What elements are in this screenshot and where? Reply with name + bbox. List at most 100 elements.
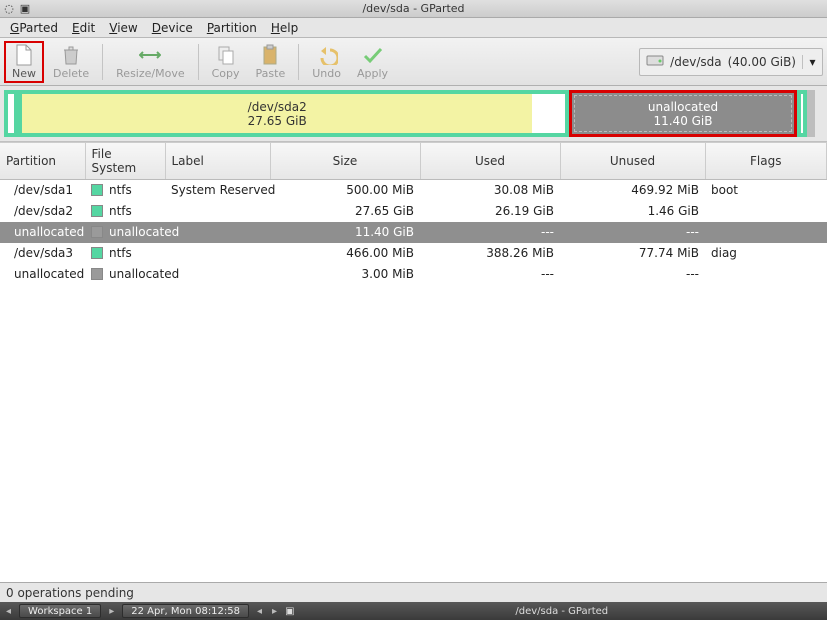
cell-filesystem: unallocated (85, 264, 165, 285)
partmap-unalloc-size: 11.40 GiB (653, 114, 712, 128)
menu-gparted[interactable]: GParted (4, 19, 64, 37)
cell-flags (705, 264, 827, 285)
cell-used: 30.08 MiB (420, 180, 560, 201)
fs-swatch-icon (91, 205, 103, 217)
taskbar-clock[interactable]: 22 Apr, Mon 08:12:58 (122, 604, 249, 618)
menu-view[interactable]: View (103, 19, 143, 37)
taskbar-right-icon[interactable]: ▸ (107, 606, 116, 617)
table-row[interactable]: /dev/sda2ntfs27.65 GiB26.19 GiB1.46 GiB (0, 201, 827, 222)
paste-icon (259, 44, 281, 66)
col-unused[interactable]: Unused (560, 143, 705, 180)
cell-size: 3.00 MiB (270, 264, 420, 285)
window-titlebar: ◌ ▣ /dev/sda - GParted (0, 0, 827, 18)
apply-icon (362, 44, 384, 66)
window-app-icon: ▣ (18, 1, 32, 15)
device-name: /dev/sda (670, 55, 721, 69)
copy-label: Copy (212, 67, 240, 80)
col-used[interactable]: Used (420, 143, 560, 180)
apply-label: Apply (357, 67, 388, 80)
delete-label: Delete (53, 67, 89, 80)
menu-partition[interactable]: Partition (201, 19, 263, 37)
taskbar-clock-right-icon[interactable]: ▸ (270, 606, 279, 617)
cell-unused: 469.92 MiB (560, 180, 705, 201)
cell-filesystem: unallocated (85, 222, 165, 243)
trash-icon (60, 44, 82, 66)
cell-filesystem: ntfs (85, 201, 165, 222)
partmap-sda2-name: /dev/sda2 (248, 100, 307, 114)
toolbar-sep-3 (298, 44, 299, 80)
status-text: 0 operations pending (6, 586, 134, 600)
cell-used: 388.26 MiB (420, 243, 560, 264)
disk-icon (646, 52, 664, 71)
menu-help[interactable]: Help (265, 19, 304, 37)
partmap-sda3[interactable] (797, 90, 807, 137)
cell-filesystem: ntfs (85, 243, 165, 264)
cell-label (165, 201, 270, 222)
cell-partition: /dev/sda1 (0, 180, 85, 201)
chevron-down-icon: ▾ (802, 55, 816, 69)
cell-label (165, 243, 270, 264)
copy-icon (215, 44, 237, 66)
partmap-unalloc-name: unallocated (648, 100, 718, 114)
partmap-unallocated[interactable]: unallocated 11.40 GiB (569, 90, 797, 137)
window-title: /dev/sda - GParted (362, 2, 464, 15)
fs-swatch-icon (91, 226, 103, 238)
resize-icon (139, 44, 161, 66)
cell-label: System Reserved (165, 180, 270, 201)
table-row[interactable]: unallocatedunallocated11.40 GiB------ (0, 222, 827, 243)
cell-flags (705, 201, 827, 222)
copy-button[interactable]: Copy (205, 41, 247, 83)
cell-flags: boot (705, 180, 827, 201)
undo-button[interactable]: Undo (305, 41, 348, 83)
partmap-sda1[interactable] (4, 90, 18, 137)
col-label[interactable]: Label (165, 143, 270, 180)
device-size: (40.00 GiB) (728, 55, 796, 69)
resize-move-button[interactable]: Resize/Move (109, 41, 191, 83)
toolbar-sep-1 (102, 44, 103, 80)
menubar: GParted Edit View Device Partition Help (0, 18, 827, 38)
toolbar: New Delete Resize/Move Copy Paste Undo (0, 38, 827, 86)
table-row[interactable]: /dev/sda3ntfs466.00 MiB388.26 MiB77.74 M… (0, 243, 827, 264)
col-partition[interactable]: Partition (0, 143, 85, 180)
cell-unused: --- (560, 222, 705, 243)
cell-unused: --- (560, 264, 705, 285)
cell-unused: 77.74 MiB (560, 243, 705, 264)
fs-swatch-icon (91, 184, 103, 196)
cell-used: --- (420, 222, 560, 243)
col-flags[interactable]: Flags (705, 143, 827, 180)
taskbar-window-title[interactable]: /dev/sda - GParted (301, 606, 823, 617)
window-menu-icon[interactable]: ◌ (2, 1, 16, 15)
cell-flags: diag (705, 243, 827, 264)
table-row[interactable]: unallocatedunallocated3.00 MiB------ (0, 264, 827, 285)
apply-button[interactable]: Apply (350, 41, 395, 83)
fs-swatch-icon (91, 268, 103, 280)
taskbar-left-icon[interactable]: ◂ (4, 606, 13, 617)
paste-label: Paste (256, 67, 286, 80)
partmap-unallocated-tail[interactable] (807, 90, 815, 137)
partmap-sda2[interactable]: /dev/sda2 27.65 GiB (18, 90, 569, 137)
cell-unused: 1.46 GiB (560, 201, 705, 222)
new-label: New (12, 67, 36, 80)
delete-button[interactable]: Delete (46, 41, 96, 83)
cell-partition: unallocated (0, 264, 85, 285)
menu-device[interactable]: Device (146, 19, 199, 37)
table-row[interactable]: /dev/sda1ntfsSystem Reserved500.00 MiB30… (0, 180, 827, 201)
partition-table: Partition File System Label Size Used Un… (0, 142, 827, 582)
partmap-sda2-size: 27.65 GiB (248, 114, 307, 128)
status-bar: 0 operations pending (0, 582, 827, 602)
paste-button[interactable]: Paste (249, 41, 293, 83)
col-filesystem[interactable]: File System (85, 143, 165, 180)
col-size[interactable]: Size (270, 143, 420, 180)
taskbar-workspace[interactable]: Workspace 1 (19, 604, 101, 618)
taskbar: ◂ Workspace 1 ▸ 22 Apr, Mon 08:12:58 ◂ ▸… (0, 602, 827, 620)
taskbar-app-icon[interactable]: ▣ (285, 606, 294, 617)
cell-partition: unallocated (0, 222, 85, 243)
cell-filesystem: ntfs (85, 180, 165, 201)
cell-size: 500.00 MiB (270, 180, 420, 201)
menu-edit[interactable]: Edit (66, 19, 101, 37)
device-selector[interactable]: /dev/sda (40.00 GiB) ▾ (639, 48, 823, 76)
new-button[interactable]: New (4, 41, 44, 83)
toolbar-sep-2 (198, 44, 199, 80)
taskbar-clock-left-icon[interactable]: ◂ (255, 606, 264, 617)
partition-map: /dev/sda2 27.65 GiB unallocated 11.40 Gi… (0, 86, 827, 142)
